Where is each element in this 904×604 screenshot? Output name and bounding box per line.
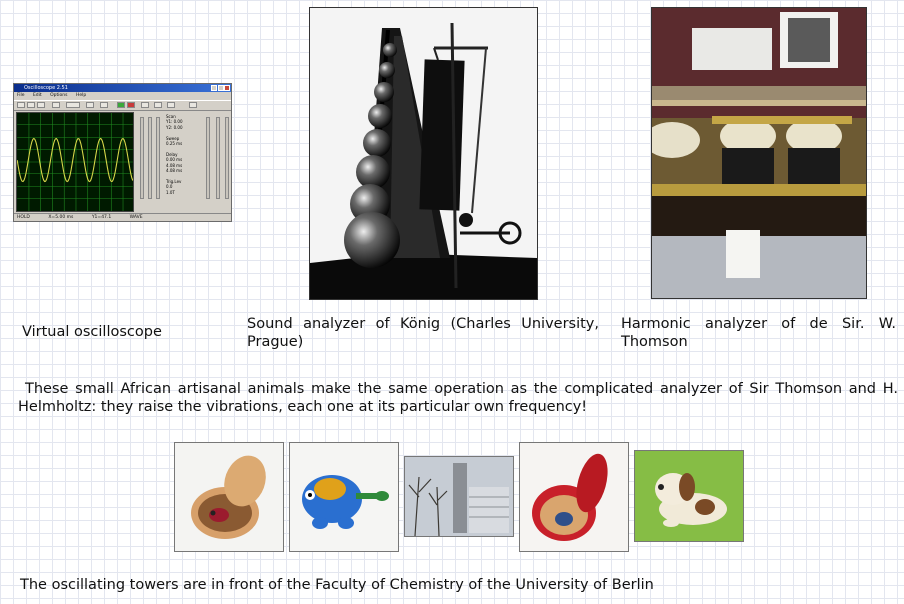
animal-in-wooden-shell-photo [174,442,284,552]
menu-edit: Edit [32,93,42,98]
konig-analyzer-illustration [310,8,537,299]
thomson-harmonic-analyzer-photo [651,7,867,299]
caption-oscilloscope: Virtual oscilloscope [22,324,162,340]
readout-line: 4.08 ms [166,162,183,168]
channel-slider [156,117,160,199]
minimize-icon [211,85,217,91]
status-hold: HOLD [17,215,30,220]
readout-line: Trig.Lev [166,178,182,184]
thomson-analyzer-illustration [652,8,866,298]
caption-konig: Sound analyzer of König (Charles Univers… [247,316,599,350]
channel-slider [140,117,144,199]
oscillating-towers-photo [404,456,514,537]
status-wave: WAVE [129,215,143,220]
menu-file: File [17,93,25,98]
dog-toy-photo [634,450,744,542]
readout-line: Scan [166,114,176,119]
oscilloscope-menubar: File Edit Options Help [14,92,231,99]
toolbar-button [37,102,45,108]
oscilloscope-screen [16,112,134,212]
oscilloscope-toolbar [14,100,231,111]
channel-slider [225,117,229,199]
oscilloscope-titlebar: Oscilloscope 2.51 [14,84,231,92]
toolbar-button [27,102,35,108]
oscilloscope-statusbar: HOLD X=5.00 ms Y1=47.1 WAVE [14,213,231,221]
toolbar-button [167,102,175,108]
readout-line: 0.25 ms [166,141,183,147]
toolbar-button [100,102,108,108]
oscilloscope-readout: Scan Y1: 0.00 Y2: 0.00 Sweep 0.25 ms Del… [166,114,202,195]
toolbar-button [141,102,149,108]
channel-slider [216,117,220,199]
toolbar-button [17,102,25,108]
readout-line: Y2: 0.00 [166,124,183,130]
status-y1: Y1=47.1 [91,215,112,220]
readout-line: 4.08 ms [166,168,183,174]
readout-line: 0.0 [166,184,173,190]
toolbar-button [189,102,197,108]
african-animals-paragraph: These small African artisanal animals ma… [18,381,898,415]
channel-slider [206,117,210,199]
run-button [117,102,125,108]
caption-thomson: Harmonic analyzer of de Sir. W. Thomson [621,316,896,350]
blue-turtle-toy-photo [289,442,399,552]
channel-slider [148,117,152,199]
close-icon [224,85,230,91]
readout-line: Sweep [166,135,180,141]
konig-sound-analyzer-photo [309,7,538,300]
animal-in-red-shell-photo [519,442,629,552]
readout-line: Delay [166,151,178,157]
readout-line: 1.0T [166,189,175,195]
readout-line: 0.00 ms [166,157,183,163]
toolbar-button [154,102,162,108]
towers-caption: The oscillating towers are in front of t… [20,577,654,593]
virtual-oscilloscope-image: Oscilloscope 2.51 File Edit Options Help [13,83,232,222]
menu-help: Help [75,93,87,98]
readout-line: Y1: 0.00 [166,119,183,125]
toolbar-button [86,102,94,108]
status-x: X=5.00 ms [48,215,74,220]
menu-options: Options [50,93,68,98]
toolbar-button [52,102,60,108]
toolbar-button [66,102,80,108]
stop-button [127,102,135,108]
